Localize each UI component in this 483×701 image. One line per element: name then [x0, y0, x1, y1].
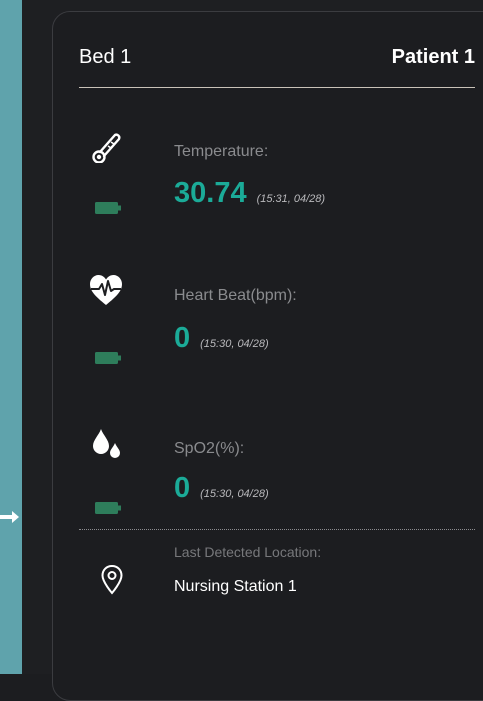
heart-beat-timestamp: (15:30, 04/28) [200, 338, 269, 350]
battery-icon [95, 202, 121, 214]
drops-icon [93, 429, 120, 458]
spo2-timestamp: (15:30, 04/28) [200, 488, 269, 500]
bed-label: Bed 1 [79, 46, 132, 68]
temperature-value-row: 30.74 (15:31, 04/28) [174, 177, 325, 210]
page-background: Bed 1 Patient 1 Temperature: 30.74 (15:3… [22, 0, 483, 701]
heart-pulse-icon [90, 275, 122, 305]
temperature-value: 30.74 [174, 177, 247, 209]
location-pin-icon [101, 564, 123, 595]
spo2-value: 0 [174, 472, 191, 504]
location-value: Nursing Station 1 [174, 578, 297, 595]
spo2-label: SpO2(%): [174, 440, 245, 457]
card-header: Bed 1 Patient 1 [79, 46, 475, 69]
battery-icon [95, 352, 121, 364]
temperature-label: Temperature: [174, 143, 269, 160]
patient-label: Patient 1 [391, 46, 475, 68]
side-strip [0, 0, 22, 674]
location-label: Last Detected Location: [174, 544, 322, 560]
heart-beat-value-row: 0 (15:30, 04/28) [174, 322, 269, 355]
header-divider [79, 87, 475, 88]
battery-icon [95, 502, 121, 514]
heart-beat-value: 0 [174, 322, 191, 354]
thermometer-icon [92, 133, 121, 163]
location-divider [79, 529, 475, 530]
heart-beat-label: Heart Beat(bpm): [174, 287, 297, 304]
patient-card[interactable]: Bed 1 Patient 1 Temperature: 30.74 (15:3… [52, 11, 483, 701]
temperature-timestamp: (15:31, 04/28) [256, 193, 326, 205]
spo2-value-row: 0 (15:30, 04/28) [174, 472, 269, 505]
arrow-right-icon [0, 511, 19, 523]
